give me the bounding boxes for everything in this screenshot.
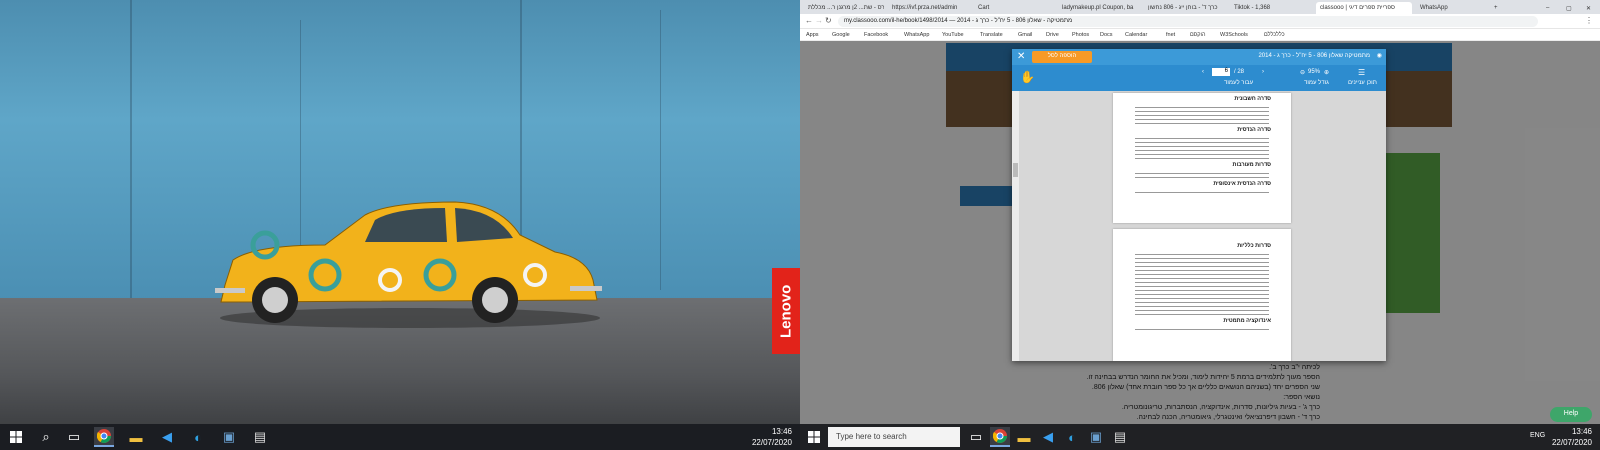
bookmark-item[interactable]: YouTube <box>942 32 964 38</box>
bookmarks-bar: Apps Google Facebook WhatsApp YouTube Tr… <box>800 29 1600 41</box>
vscode-icon[interactable]: ◀ <box>1038 427 1058 447</box>
vscode-icon[interactable]: ◀ <box>157 427 177 447</box>
yellow-car-image <box>215 201 602 328</box>
right-time: 13:46 <box>1571 427 1592 436</box>
section-heading: סדרות מעורבות <box>1232 162 1271 168</box>
bookmark-item[interactable]: Apps <box>806 32 819 38</box>
bookmark-item[interactable]: כללכללם <box>1264 32 1285 38</box>
menu-icon[interactable]: ⋮ <box>1585 16 1593 25</box>
windows-start-icon[interactable] <box>804 427 824 447</box>
section-heading: סדרה הנדסית <box>1237 127 1271 133</box>
bookmark-item[interactable]: Gmail <box>1018 32 1032 38</box>
document-page: סדרות כלליות אינדוקציה מתמטית <box>1113 229 1291 361</box>
lenovo-logo: Lenovo <box>772 268 800 354</box>
page-nav-label: עבור לעמוד <box>1224 80 1254 86</box>
reload-icon[interactable]: ↻ <box>825 16 832 25</box>
bookmark-item[interactable]: Translate <box>980 32 1003 38</box>
right-date: 22/07/2020 <box>1551 438 1592 447</box>
document-page: סדרה חשבונית סדרה הנדסית סדרות מעורבות ס… <box>1113 93 1291 223</box>
maximize-icon[interactable]: ▢ <box>1562 2 1574 14</box>
zoom-out-icon[interactable]: ⊖ <box>1300 69 1305 76</box>
left-taskbar: ⌕ ▭ ▬ ◀ ◐ ▣ ▤ 13:46 22/07/2020 <box>0 424 800 450</box>
browser-tab[interactable]: ladymakeup.pl Coupon, ba <box>1058 2 1140 14</box>
modal-close-icon[interactable]: ✕ <box>1017 51 1025 62</box>
left-monitor: Lenovo ⌕ ▭ ▬ ◀ ◐ ▣ ▤ 13:46 22/07/2020 <box>0 0 800 450</box>
bookmark-item[interactable]: Photos <box>1072 32 1089 38</box>
prev-page-icon[interactable]: ‹ <box>1202 69 1204 75</box>
section-heading: סדרה חשבונית <box>1234 96 1271 102</box>
new-tab-button[interactable]: + <box>1490 2 1500 14</box>
section-heading: אינדוקציה מתמטית <box>1223 318 1271 324</box>
zoom-label: גודל עמוד <box>1304 80 1329 86</box>
browser-tab[interactable]: Tiktok - 1,368 <box>1230 2 1312 14</box>
left-time: 13:46 <box>771 427 792 436</box>
bookmark-item[interactable]: W3Schools <box>1220 32 1248 38</box>
language-indicator[interactable]: ENG <box>1530 432 1545 439</box>
bookmark-item[interactable]: Drive <box>1046 32 1059 38</box>
app-icon[interactable]: ▣ <box>1086 427 1106 447</box>
edge-icon[interactable]: ◐ <box>1062 427 1082 447</box>
help-button[interactable]: Help <box>1550 407 1592 422</box>
zoom-in-icon[interactable]: ⊕ <box>1324 69 1329 76</box>
app-icon[interactable]: ▣ <box>219 427 239 447</box>
file-explorer-icon[interactable]: ▬ <box>1014 427 1034 447</box>
next-page-icon[interactable]: › <box>1262 69 1264 75</box>
forward-icon[interactable]: → <box>815 16 823 25</box>
modal-header: ✕ הוספה לסל מתמטיקה שאלון 806 - 5 יח"ל -… <box>1012 49 1386 65</box>
page-number-input[interactable]: 6 <box>1212 68 1230 76</box>
browser-tab[interactable]: כרך ד' - בוחן ייג - 806 נחשון <box>1144 2 1226 14</box>
right-clock[interactable]: 13:46 22/07/2020 <box>1552 426 1592 448</box>
left-clock[interactable]: 13:46 22/07/2020 <box>752 426 792 448</box>
scrollbar[interactable] <box>1012 91 1019 361</box>
address-bar: ← → ↻ my.classooo.com/il-he/book/1498/20… <box>800 14 1600 29</box>
section-heading: סדרה הנדסית אינסופית <box>1213 181 1271 187</box>
bookmark-item[interactable]: Calendar <box>1125 32 1147 38</box>
bookmark-item[interactable]: Facebook <box>864 32 888 38</box>
browser-tab[interactable]: WhatsApp <box>1416 2 1486 14</box>
bookmark-item[interactable]: Google <box>832 32 850 38</box>
url-input[interactable]: my.classooo.com/il-he/book/1498/2014 — מ… <box>838 16 1538 27</box>
chrome-icon[interactable] <box>94 427 114 447</box>
document-viewer: סדרה חשבונית סדרה הנדסית סדרות מעורבות ס… <box>1012 91 1386 361</box>
bookmark-item[interactable]: WhatsApp <box>904 32 929 38</box>
back-icon[interactable]: ← <box>805 16 813 25</box>
minimize-icon[interactable]: – <box>1542 2 1554 14</box>
browser-tab-active[interactable]: classooo | ספריית ספרים דיגי <box>1316 2 1412 14</box>
section-heading: סדרות כלליות <box>1237 243 1271 249</box>
bookmark-item[interactable]: הוקסם <box>1190 32 1205 38</box>
terminal-icon[interactable]: ▤ <box>250 427 270 447</box>
toc-icon[interactable]: ☰ <box>1358 68 1365 77</box>
hand-tool-icon[interactable]: ✋ <box>1020 70 1035 84</box>
bookmark-item[interactable]: Docs <box>1100 32 1113 38</box>
browser-tab[interactable]: https://ivf.prza.net/admin <box>888 2 970 14</box>
scrollbar-thumb[interactable] <box>1013 163 1018 177</box>
chrome-icon[interactable] <box>990 427 1010 447</box>
right-taskbar: Type here to search ▭ ▬ ◀ ◐ ▣ ▤ ENG 13:4… <box>800 424 1600 450</box>
task-view-icon[interactable]: ▭ <box>966 427 986 447</box>
task-view-icon[interactable]: ▭ <box>64 427 84 447</box>
zoom-value: 95% <box>1308 69 1321 75</box>
browser-tab[interactable]: קורס - שת... 2ן מרגנן ר... מכללת <box>804 2 884 14</box>
close-icon[interactable]: ✕ <box>1582 2 1594 14</box>
edge-icon[interactable]: ◐ <box>188 427 208 447</box>
eye-icon: ◉ <box>1376 53 1382 59</box>
windows-start-icon[interactable] <box>6 427 26 447</box>
right-monitor: קורס - שת... 2ן מרגנן ר... מכללת https:/… <box>800 0 1600 450</box>
book-preview-modal: ✕ הוספה לסל מתמטיקה שאלון 806 - 5 יח"ל -… <box>1012 49 1386 361</box>
taskbar-search-input[interactable]: Type here to search <box>828 427 960 447</box>
left-date: 22/07/2020 <box>751 438 792 447</box>
toc-label: תוכן עניינים <box>1348 80 1377 86</box>
modal-title: מתמטיקה שאלון 806 - 5 יח"ל - כרך ג - 201… <box>1258 53 1370 59</box>
page-total: / 28 <box>1234 69 1245 75</box>
bookmark-item[interactable]: fnet <box>1166 32 1175 38</box>
modal-toolbar: ✋ ‹ 6 / 28 › עבור לעמוד ⊖ 95% ⊕ גודל עמו… <box>1012 65 1386 91</box>
add-to-cart-button[interactable]: הוספה לסל <box>1032 51 1092 63</box>
browser-tab-bar: קורס - שת... 2ן מרגנן ר... מכללת https:/… <box>800 0 1600 14</box>
browser-tab[interactable]: Cart <box>974 2 1054 14</box>
file-explorer-icon[interactable]: ▬ <box>126 427 146 447</box>
search-icon[interactable]: ⌕ <box>36 427 56 447</box>
terminal-icon[interactable]: ▤ <box>1110 427 1130 447</box>
